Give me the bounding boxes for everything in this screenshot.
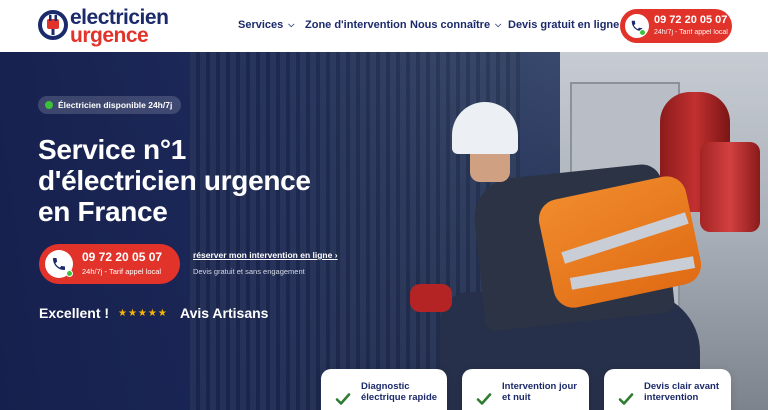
rating-source[interactable]: Avis Artisans [180,305,268,321]
header-phone-note: 24h/7j - Tarif appel local [654,29,728,36]
reserve-online-link[interactable]: réserver mon intervention en ligne › [193,250,338,260]
logo[interactable]: electricien urgence [38,7,178,47]
check-icon [476,393,492,405]
nav-about[interactable]: Nous connaître ⌵ [410,19,501,31]
site-header: electricien urgence Services ⌵ Zone d'int… [0,0,768,52]
chevron-right-icon: › [334,250,338,260]
nav-services[interactable]: Services ⌵ [238,19,294,31]
feature-card: Intervention jour et nuit [462,369,589,410]
plug-icon [38,10,68,40]
hero-section: Électricien disponible 24h/7j Service n°… [0,52,768,410]
online-status-dot [66,270,73,277]
availability-text: Électricien disponible 24h/7j [58,100,173,110]
feature-card: Diagnostic électrique rapide [321,369,447,410]
feature-label: Diagnostic électrique rapide [361,381,438,403]
hero-phone-note: 24h/7j - Tarif appel local [82,267,162,276]
availability-badge: Électricien disponible 24h/7j [38,96,182,114]
hero-title-line1: Service n°1 [38,134,186,165]
logo-text-urgence: urgence [70,24,149,47]
hero-phone-button[interactable]: 09 72 20 05 07 24h/7j - Tarif appel loca… [39,244,180,284]
nav-zone[interactable]: Zone d'intervention [305,19,407,31]
rating-stars-icon: ★★★★★ [118,308,168,319]
header-phone-button[interactable]: 09 72 20 05 07 24h/7j - Tarif appel loca… [620,9,732,43]
nav-quote[interactable]: Devis gratuit en ligne [508,19,619,31]
feature-label: Intervention jour et nuit [502,381,577,403]
nav-services-label: Services [238,19,284,31]
available-dot-icon [45,101,53,109]
hero-title-line3: en France [38,196,168,227]
reserve-online-label: réserver mon intervention en ligne [193,250,333,260]
check-icon [335,393,351,405]
worker-glove-image [410,284,452,312]
chevron-down-icon: ⌵ [495,20,502,29]
check-icon [618,393,634,405]
extinguisher-image-2 [700,142,760,232]
reserve-note: Devis gratuit et sans engagement [193,267,305,276]
feature-card: Devis clair avant intervention [604,369,731,410]
chevron-down-icon: ⌵ [288,20,295,29]
hero-title: Service n°1 d'électricien urgence en Fra… [38,134,378,227]
online-status-dot [639,29,646,36]
hero-phone-number: 09 72 20 05 07 [82,250,163,264]
feature-label: Devis clair avant intervention [644,381,719,403]
nav-about-label: Nous connaître [410,19,491,31]
hero-title-line2: d'électricien urgence [38,165,311,196]
header-phone-number: 09 72 20 05 07 [654,14,728,26]
rating-label: Excellent ! [39,305,110,321]
